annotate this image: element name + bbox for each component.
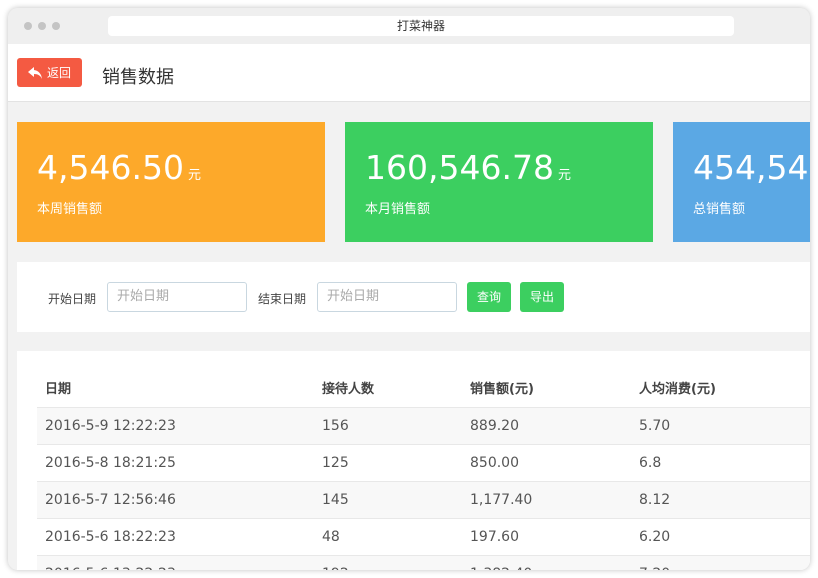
query-button[interactable]: 查询 (467, 282, 511, 312)
table-cell: 2016-5-8 18:21:25 (45, 455, 176, 471)
page-title: 销售数据 (102, 67, 174, 88)
stat-unit: 元 (557, 168, 571, 183)
table-cell: 2016-5-6 18:22:23 (45, 529, 176, 545)
stat-label: 总销售额 (693, 202, 746, 217)
column-header: 接待人数 (322, 382, 375, 397)
top-navbar: 返回 销售数据 (8, 44, 810, 102)
sales-table: 日期 接待人数 销售额(元) 人均消费(元) 2016-5-9 12:22:23… (17, 351, 810, 570)
stat-card-total: 454,546 总销售额 (673, 122, 810, 242)
window-dot-icon (52, 22, 60, 30)
table-row[interactable]: 2016-5-6 18:22:23 48 197.60 6.20 (37, 519, 810, 556)
stat-label: 本周销售额 (37, 202, 103, 217)
stat-unit: 元 (187, 168, 201, 183)
column-header: 日期 (45, 382, 72, 397)
table-cell: 125 (322, 455, 349, 471)
table-cell: 156 (322, 418, 349, 434)
table-cell: 2016-5-9 12:22:23 (45, 418, 176, 434)
table-cell: 2016-5-6 13:22:23 (45, 556, 176, 570)
table-row[interactable]: 2016-5-7 12:56:46 145 1,177.40 8.12 (37, 482, 810, 519)
table-cell: 1,382.40 (470, 556, 532, 570)
stat-value: 160,546.78 (365, 148, 554, 187)
window-dot-icon (24, 22, 32, 30)
stat-value: 4,546.50 (37, 148, 184, 187)
table-cell: 2016-5-7 12:56:46 (45, 492, 176, 508)
end-date-input[interactable]: 开始日期 (317, 282, 457, 312)
table-cell: 48 (322, 529, 340, 545)
stat-card-week: 4,546.50 元 本周销售额 (17, 122, 325, 242)
export-button[interactable]: 导出 (520, 282, 564, 312)
title-bar: 打菜神器 (8, 8, 810, 44)
browser-window: 打菜神器 返回 销售数据 4,546.50 元 本周销售额 160,546.78 元… (8, 8, 810, 570)
table-header: 日期 接待人数 销售额(元) 人均消费(元) (37, 371, 810, 408)
window-dot-icon (38, 22, 46, 30)
back-button-label: 返回 (47, 66, 72, 80)
column-header: 销售额(元) (470, 382, 534, 397)
end-date-label: 结束日期 (258, 292, 307, 306)
stat-value: 454,546 (693, 148, 810, 187)
start-date-input[interactable]: 开始日期 (107, 282, 247, 312)
table-cell: 7.20 (639, 556, 670, 570)
table-cell: 6.20 (639, 529, 671, 545)
column-header: 人均消费(元) (639, 382, 716, 397)
table-cell: 889.20 (470, 418, 519, 434)
table-cell: 145 (322, 492, 349, 508)
table-cell: 197.60 (470, 529, 519, 545)
table-cell: 850.00 (470, 455, 519, 471)
table-cell: 8.12 (639, 492, 671, 508)
back-button[interactable]: 返回 (17, 58, 82, 87)
stat-label: 本月销售额 (365, 202, 431, 217)
table-row[interactable]: 2016-5-8 18:21:25 125 850.00 6.8 (37, 445, 810, 482)
back-arrow-icon (28, 66, 42, 79)
table-cell: 6.8 (639, 455, 662, 471)
table-cell: 1,177.40 (470, 492, 533, 508)
filter-panel: 开始日期 开始日期 结束日期 开始日期 查询 导出 (17, 262, 810, 332)
table-row[interactable]: 2016-5-6 13:22:23 192 1,382.40 7.20 (37, 556, 810, 570)
table-cell: 5.70 (639, 418, 671, 434)
stat-card-month: 160,546.78 元 本月销售额 (345, 122, 653, 242)
window-title: 打菜神器 (108, 16, 734, 36)
page-content: 返回 销售数据 4,546.50 元 本周销售额 160,546.78 元 本月销售… (8, 44, 810, 570)
table-row[interactable]: 2016-5-9 12:22:23 156 889.20 5.70 (37, 408, 810, 445)
table-cell: 192 (322, 556, 349, 570)
start-date-label: 开始日期 (48, 292, 97, 306)
